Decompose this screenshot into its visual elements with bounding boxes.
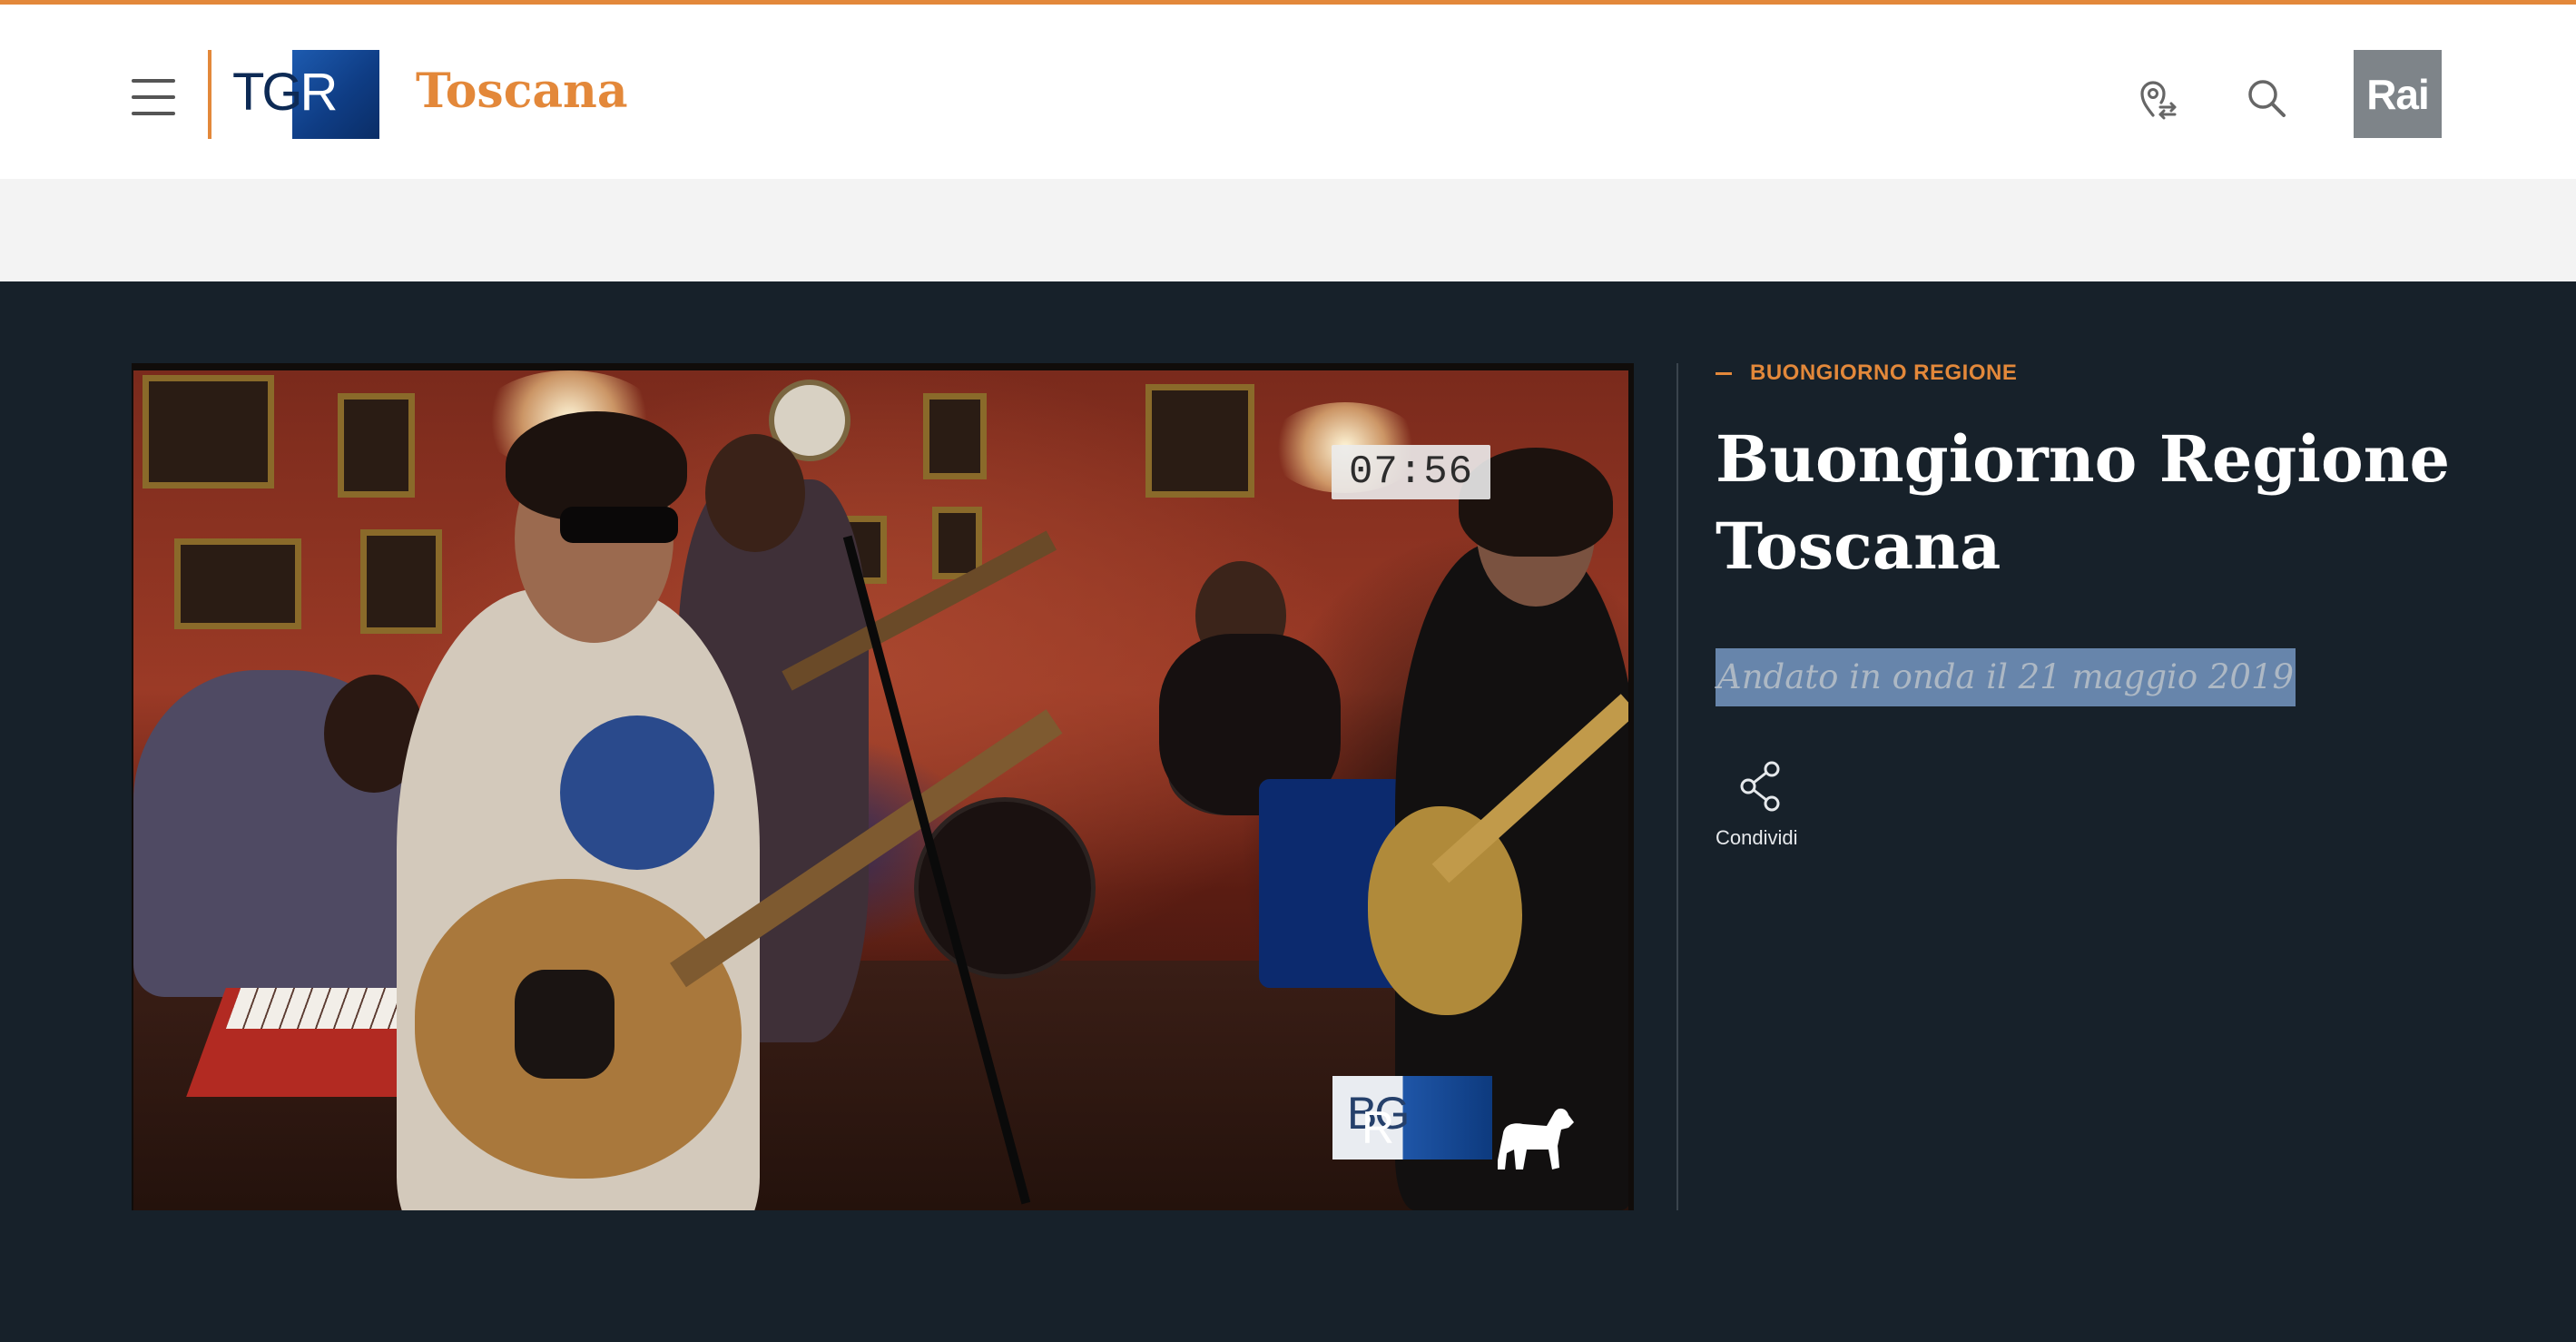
bgr-logo: BG R [1332, 1076, 1492, 1159]
wall-picture [923, 393, 987, 479]
share-label: Condividi [1716, 826, 1798, 849]
region-name[interactable]: Toscana [416, 64, 628, 119]
bgr-logo-text: BG R [1347, 1088, 1410, 1153]
search-icon[interactable] [2244, 75, 2291, 123]
dog-icon [1490, 1097, 1579, 1177]
wall-picture [338, 393, 415, 498]
share-icon [1740, 761, 1780, 812]
hamburger-menu-icon[interactable] [132, 77, 175, 117]
program-kicker[interactable]: BUONGIORNO REGIONE [1716, 360, 2017, 386]
rai-logo[interactable]: Rai [2354, 50, 2442, 138]
brand-divider [208, 50, 211, 139]
lead-guitar-pickguard [515, 970, 615, 1079]
share-button[interactable]: Condividi [1716, 761, 1806, 852]
kicker-label: BUONGIORNO REGIONE [1750, 360, 2018, 385]
bassist-head [705, 434, 805, 552]
wall-picture [143, 375, 274, 488]
aired-date: Andato in onda il 21 maggio 2019 [1716, 648, 2296, 706]
ad-band [0, 179, 2576, 281]
info-divider [1676, 363, 1678, 1210]
site-header: TGR Toscana Rai [0, 5, 2576, 179]
page-title: Buongiorno Regione Toscana [1716, 421, 2451, 584]
menu-line [132, 112, 175, 115]
wall-picture [360, 529, 442, 634]
menu-line [132, 79, 175, 83]
wall-picture [1145, 384, 1254, 498]
location-switch-icon[interactable] [2135, 75, 2182, 123]
menu-line [132, 95, 175, 99]
shirt-logo [560, 715, 714, 870]
video-frame: 07:56 BG R [133, 370, 1628, 1210]
tgr-logo-text: TGR [232, 63, 338, 122]
kicker-dash [1716, 372, 1732, 376]
tgr-logo[interactable]: TGR [225, 50, 379, 139]
video-player[interactable]: 07:56 BG R [132, 363, 1634, 1210]
wall-picture [174, 538, 301, 629]
sunglasses [560, 507, 678, 543]
lead-singer-hair [506, 411, 687, 520]
video-timestamp: 07:56 [1332, 445, 1490, 499]
rai-logo-text: Rai [2366, 71, 2430, 118]
